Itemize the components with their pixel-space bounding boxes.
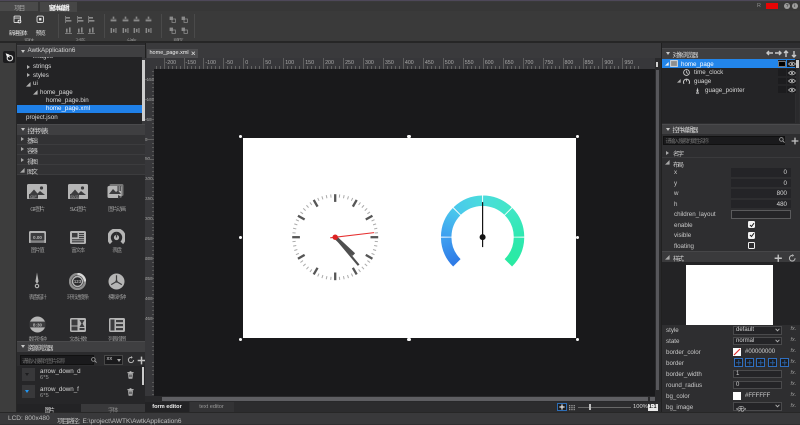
svg-text:SVG: SVG	[70, 194, 78, 199]
svg-text:8:30: 8:30	[32, 323, 42, 328]
svg-text:GIF: GIF	[30, 194, 37, 199]
svg-text:0.00: 0.00	[33, 235, 42, 240]
svg-text:123: 123	[74, 279, 82, 284]
